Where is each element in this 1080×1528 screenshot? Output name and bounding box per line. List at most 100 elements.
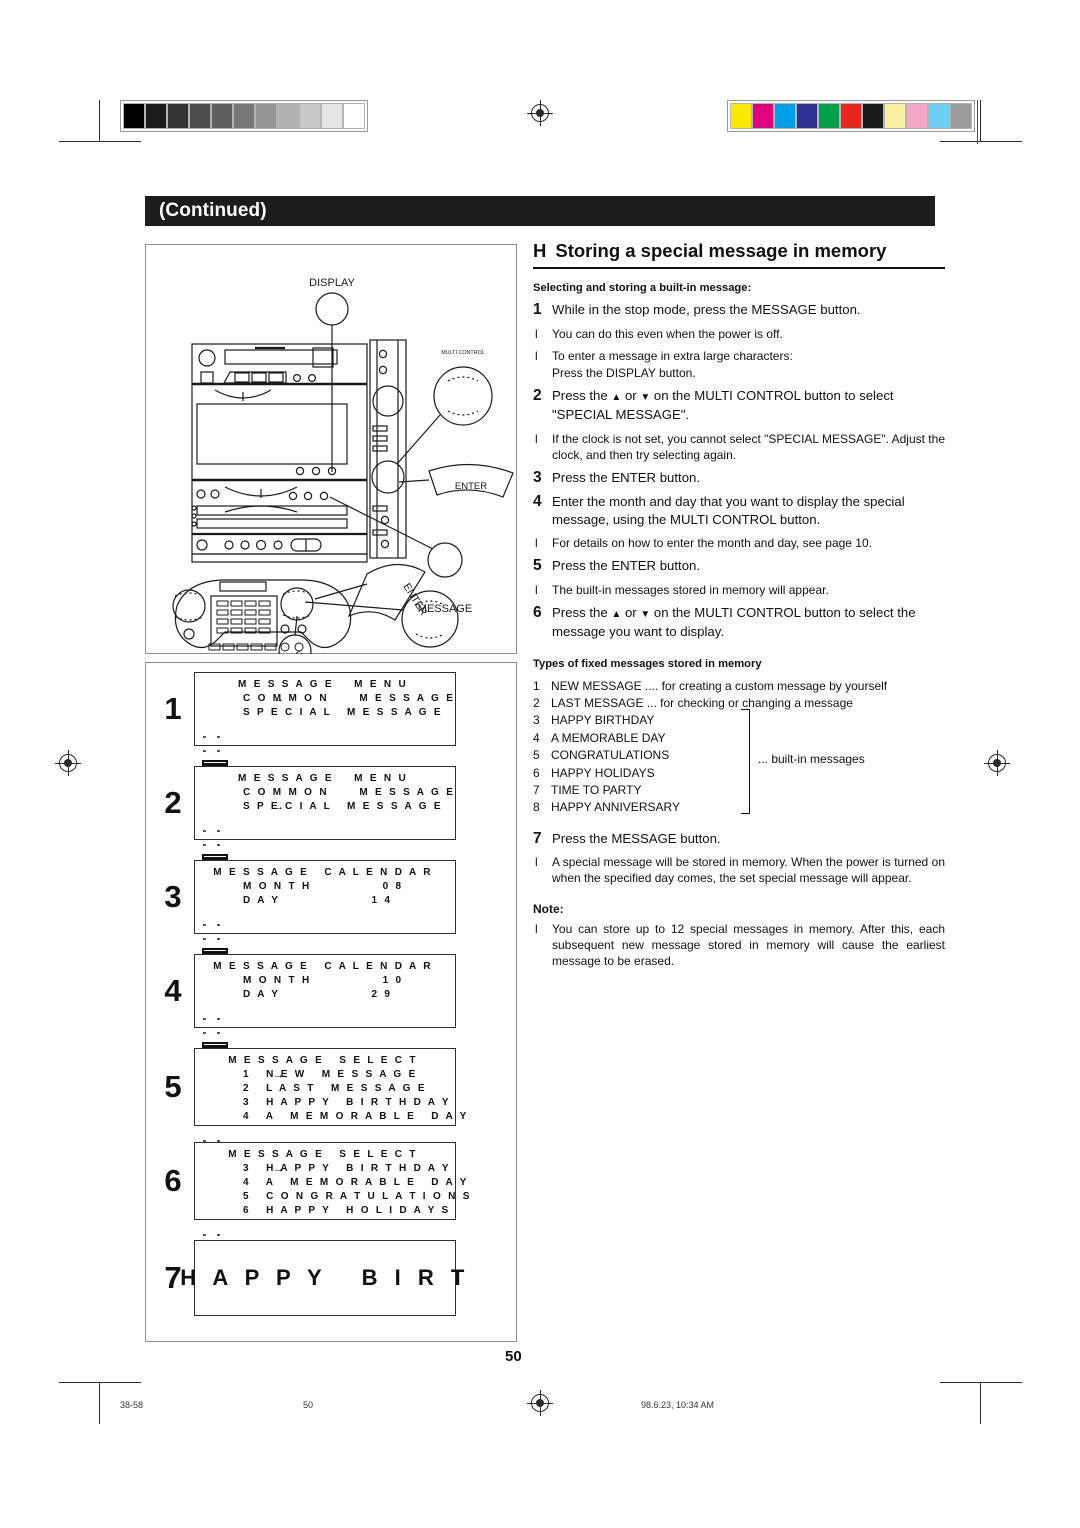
brace-bracket (741, 708, 750, 814)
vol-pip (203, 1018, 206, 1020)
fixed-message-name: HAPPY BIRTHDAY (551, 713, 655, 728)
note-bullet: l You can store up to 12 special message… (533, 921, 945, 969)
bullet-glyph: l (535, 348, 538, 363)
color-swatch-2 (774, 103, 796, 129)
types-heading: Types of fixed messages stored in memory (533, 657, 762, 670)
lcd-title-4: M E S S A G E C A L E N D A R (213, 961, 433, 972)
lcd-title-1: M E S S A G E M E N U (237, 679, 409, 690)
step-5-number: 5 (533, 557, 542, 574)
fixed-message-name: LAST MESSAGE ... for checking or changin… (551, 695, 853, 710)
subheading-selecting: Selecting and storing a built-in message… (533, 282, 752, 294)
fixed-message-name: TIME TO PARTY (551, 782, 642, 797)
lcd-panel-row-6: 6 M E S S A G E S E L E C T → 3 H A P P Y B… (152, 1142, 469, 1274)
fixed-message-name: NEW MESSAGE .... for creating a custom m… (551, 678, 888, 693)
lcd-title-6: M E S S A G E S E L E C T (228, 1149, 418, 1160)
step-1-bullet-3: Press the DISPLAY button. (533, 365, 945, 381)
lcd-title-3: M E S S A G E C A L E N D A R (213, 867, 433, 878)
manual-page: (Continued) DISPLAY MULTI CONTROL ENTER … (0, 0, 1080, 1528)
lcd-panel-row-4: 4 M E S S A G E C A L E N D A R M O N T H … (152, 954, 456, 1056)
lcd-screen-6: M E S S A G E S E L E C T → 3 H A P P Y B … (194, 1142, 469, 1274)
lcd-step-number-3: 3 (164, 879, 182, 914)
crop-mark-bottom-left-v (99, 1382, 100, 1424)
bullet-glyph: l (535, 922, 538, 937)
gray-swatch-10 (343, 103, 365, 129)
color-swatch-0 (730, 103, 752, 129)
lcd-cursor-arrow-icon: → (273, 801, 284, 813)
step-2-number: 2 (533, 386, 542, 404)
fixed-message-name: A MEMORABLE DAY (551, 730, 666, 745)
color-swatch-4 (818, 103, 840, 129)
step-2-text-b: or (621, 387, 641, 403)
fixed-message-number: 1 (533, 678, 540, 693)
step-1-bullet-1-text: You can do this even when the power is o… (552, 326, 783, 341)
lcd-body-6: → 3 H A P P Y B I R T H D A Y4 A M E M O … (199, 1162, 469, 1218)
arrow-down-icon: ▼ (640, 608, 651, 620)
step-1-bullet-1: l You can do this even when the power is… (533, 326, 945, 342)
page-number: 50 (505, 1348, 522, 1365)
gray-swatch-5 (233, 103, 255, 129)
lcd-title-5: M E S S A G E S E L E C T (228, 1055, 418, 1066)
gray-swatch-9 (321, 103, 343, 129)
lcd-line-1-1: S P E C I A L M E S S A G E (243, 707, 443, 718)
step-7-bullet: l A special message will be stored in me… (533, 854, 945, 886)
step-6-number: 6 (533, 603, 542, 621)
lcd-screen-large-characters: H A P P Y B I R T (180, 1240, 464, 1316)
gray-swatch-3 (189, 103, 211, 129)
display-callout-label: DISPLAY (309, 277, 355, 289)
lcd-line-6-3: 6 H A P P Y H O L I D A Y S (243, 1205, 451, 1216)
step-2-text: Press the ▲ or ▼ on the MULTI CONTROL bu… (552, 387, 945, 424)
crop-mark-top-left-h (59, 141, 141, 142)
step-3: 3 Press the ENTER button. (533, 469, 945, 487)
lcd-line-4-1: D A Y 2 9 (243, 989, 393, 1000)
fixed-message-number: 7 (533, 782, 540, 797)
lcd-step-number-4: 4 (164, 973, 182, 1008)
bullet-glyph: l (535, 855, 538, 870)
bullet-spacer (533, 365, 552, 381)
fixed-message-row: 2 LAST MESSAGE ... for checking or changi… (533, 695, 945, 712)
grayscale-calibration-strip (120, 100, 368, 132)
fixed-message-row: 1 NEW MESSAGE .... for creating a custom … (533, 678, 945, 695)
lcd-panel-row-1: 1 M E S S A G E M E N U → C O M M O N M E S… (152, 672, 456, 774)
crop-mark-top-right-v (980, 100, 981, 142)
fixed-message-number: 6 (533, 765, 540, 780)
arrow-down-icon: ▼ (640, 391, 651, 403)
step-7: 7 Press the MESSAGE button. (533, 830, 945, 848)
color-swatch-10 (950, 103, 972, 129)
step-4-text: Enter the month and day that you want to… (552, 494, 905, 527)
step-7-number: 7 (533, 829, 542, 847)
lcd-panel-row-7: 7H A P P Y B I R T (152, 1240, 464, 1316)
fixed-message-number: 2 (533, 695, 540, 710)
fixed-message-number: 5 (533, 748, 540, 763)
vol-pip (203, 736, 206, 738)
crop-mark-bottom-right-h (940, 1382, 1022, 1383)
lcd-body-5: → 1 N E W M E S S A G E2 L A S T M E S S … (199, 1068, 466, 1124)
vol-pip (203, 750, 206, 752)
step-5-text: Press the ENTER button. (552, 558, 701, 573)
lcd-panel-row-3: 3 M E S S A G E C A L E N D A R M O N T H … (152, 860, 456, 962)
lcd-line-2-0: C O M M O N M E S S A G E (243, 787, 456, 798)
continued-banner: (Continued) (145, 196, 935, 226)
step-5-bullet-text: The built-in messages stored in memory w… (552, 582, 829, 597)
lcd-line-5-1: 2 L A S T M E S S A G E (243, 1083, 427, 1094)
gray-swatch-2 (167, 103, 189, 129)
fixed-message-row: 4 A MEMORABLE DAY (533, 730, 945, 747)
vol-pip (203, 1032, 206, 1034)
footer-left: 38-58 (120, 1400, 144, 1410)
step-7-text: Press the MESSAGE button. (552, 830, 721, 846)
fixed-message-number: 8 (533, 800, 540, 815)
fixed-message-row: 5 CONGRATULATIONS (533, 747, 945, 764)
lcd-screen-4: M E S S A G E C A L E N D A R M O N T H 1… (194, 954, 456, 1056)
gray-swatch-0 (123, 103, 145, 129)
vol-pip (203, 844, 206, 846)
lcd-step-number-1: 1 (164, 691, 182, 726)
step-7-bullet-text: A special message will be stored in memo… (552, 855, 945, 886)
step-4-number: 4 (533, 493, 542, 510)
lcd-cursor-arrow-icon: → (273, 1163, 284, 1175)
fixed-message-name: HAPPY HOLIDAYS (551, 765, 655, 780)
lcd-large-text: H A P P Y B I R T (180, 1265, 470, 1290)
step-4-bullet-text: For details on how to enter the month an… (552, 536, 872, 550)
lcd-screen-2: M E S S A G E M E N U C O M M O N M E S S… (194, 766, 456, 868)
fixed-message-name: CONGRATULATIONS (551, 748, 670, 763)
fixed-message-number: 3 (533, 713, 540, 728)
step-1-bullet-2: l To enter a message in extra large char… (533, 348, 945, 364)
